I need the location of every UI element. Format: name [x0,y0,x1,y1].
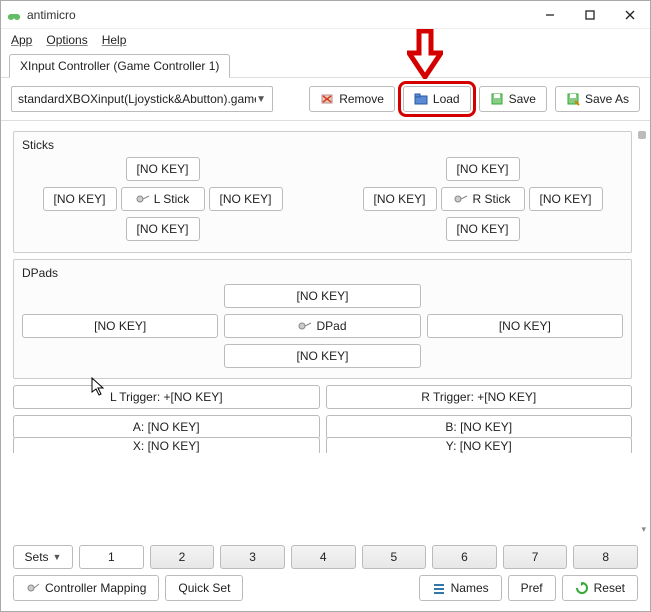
app-icon [7,8,21,22]
scrollbar[interactable]: ▾ [636,131,646,535]
minimize-button[interactable] [530,1,570,29]
dpad-center[interactable]: DPad [224,314,420,338]
load-button[interactable]: Load [403,86,471,112]
save-button[interactable]: Save [479,86,547,112]
annotation-arrow [407,29,443,82]
reset-icon [575,581,589,595]
profile-dropdown[interactable]: standardXBOXinput(Ljoystick&Abutton).gam… [11,86,273,112]
content-area: ▾ Sticks [NO KEY] [NO KEY] L Stick [NO K… [1,120,650,545]
set-2[interactable]: 2 [150,545,215,569]
save-as-icon [566,92,580,106]
close-button[interactable] [610,1,650,29]
y-button[interactable]: Y: [NO KEY] [326,437,633,453]
joystick-icon [298,321,312,331]
toolbar: standardXBOXinput(Ljoystick&Abutton).gam… [1,77,650,120]
sticks-panel: Sticks [NO KEY] [NO KEY] L Stick [NO KEY… [13,131,632,253]
controller-mapping-button[interactable]: Controller Mapping [13,575,159,601]
folder-icon [414,92,428,106]
b-button[interactable]: B: [NO KEY] [326,415,633,439]
x-button[interactable]: X: [NO KEY] [13,437,320,453]
remove-button[interactable]: Remove [309,86,395,112]
lstick-left[interactable]: [NO KEY] [43,187,117,211]
rstick-down[interactable]: [NO KEY] [446,217,520,241]
titlebar: antimicro [1,1,650,29]
rstick-left[interactable]: [NO KEY] [363,187,437,211]
dpad-up[interactable]: [NO KEY] [224,284,420,308]
tab-row: XInput Controller (Game Controller 1) [1,51,650,77]
chevron-down-icon: ▼ [53,552,62,562]
quick-set-button[interactable]: Quick Set [165,575,243,601]
dpad-down[interactable]: [NO KEY] [224,344,420,368]
lstick-center[interactable]: L Stick [121,187,205,211]
bottom-toolbar: Controller Mapping Quick Set Names Pref … [1,575,650,611]
dpad-right[interactable]: [NO KEY] [427,314,623,338]
chevron-down-icon: ▼ [256,94,266,105]
set-6[interactable]: 6 [432,545,497,569]
pref-button[interactable]: Pref [508,575,556,601]
profile-name: standardXBOXinput(Ljoystick&Abutton).gam… [18,92,256,106]
sticks-title: Sticks [22,138,623,152]
right-stick-block: [NO KEY] [NO KEY] R Stick [NO KEY] [NO K… [363,156,603,242]
xy-row-clipped: X: [NO KEY] Y: [NO KEY] [13,437,632,453]
reset-button[interactable]: Reset [562,575,638,601]
menu-app[interactable]: App [11,33,32,47]
rstick-center[interactable]: R Stick [441,187,525,211]
names-button[interactable]: Names [419,575,502,601]
controller-tab[interactable]: XInput Controller (Game Controller 1) [9,54,230,78]
rstick-right[interactable]: [NO KEY] [529,187,603,211]
joystick-icon [454,194,468,204]
sets-row: Sets▼ 1 2 3 4 5 6 7 8 [1,545,650,575]
lstick-right[interactable]: [NO KEY] [209,187,283,211]
lstick-down[interactable]: [NO KEY] [126,217,200,241]
menu-help[interactable]: Help [102,33,127,47]
lstick-up[interactable]: [NO KEY] [126,157,200,181]
set-5[interactable]: 5 [362,545,427,569]
rstick-up[interactable]: [NO KEY] [446,157,520,181]
r-trigger[interactable]: R Trigger: +[NO KEY] [326,385,633,409]
dpads-panel: DPads [NO KEY] [NO KEY] DPad [NO KEY] [N… [13,259,632,379]
save-icon [490,92,504,106]
set-4[interactable]: 4 [291,545,356,569]
scroll-thumb[interactable] [638,131,646,139]
app-window: antimicro App Options Help XInput Contro… [0,0,651,612]
set-3[interactable]: 3 [220,545,285,569]
a-button[interactable]: A: [NO KEY] [13,415,320,439]
joystick-icon [26,581,40,595]
dpads-title: DPads [22,266,623,280]
maximize-button[interactable] [570,1,610,29]
set-8[interactable]: 8 [573,545,638,569]
sets-dropdown[interactable]: Sets▼ [13,545,73,569]
list-icon [432,581,446,595]
remove-icon [320,92,334,106]
cursor-icon [91,377,107,400]
l-trigger[interactable]: L Trigger: +[NO KEY] [13,385,320,409]
joystick-icon [136,194,150,204]
save-as-button[interactable]: Save As [555,86,640,112]
scroll-down-arrow[interactable]: ▾ [641,524,646,535]
set-7[interactable]: 7 [503,545,568,569]
menubar: App Options Help [1,29,650,51]
set-1[interactable]: 1 [79,545,144,569]
menu-options[interactable]: Options [46,33,87,47]
left-stick-block: [NO KEY] [NO KEY] L Stick [NO KEY] [NO K… [43,156,283,242]
window-title: antimicro [27,8,530,22]
dpad-left[interactable]: [NO KEY] [22,314,218,338]
